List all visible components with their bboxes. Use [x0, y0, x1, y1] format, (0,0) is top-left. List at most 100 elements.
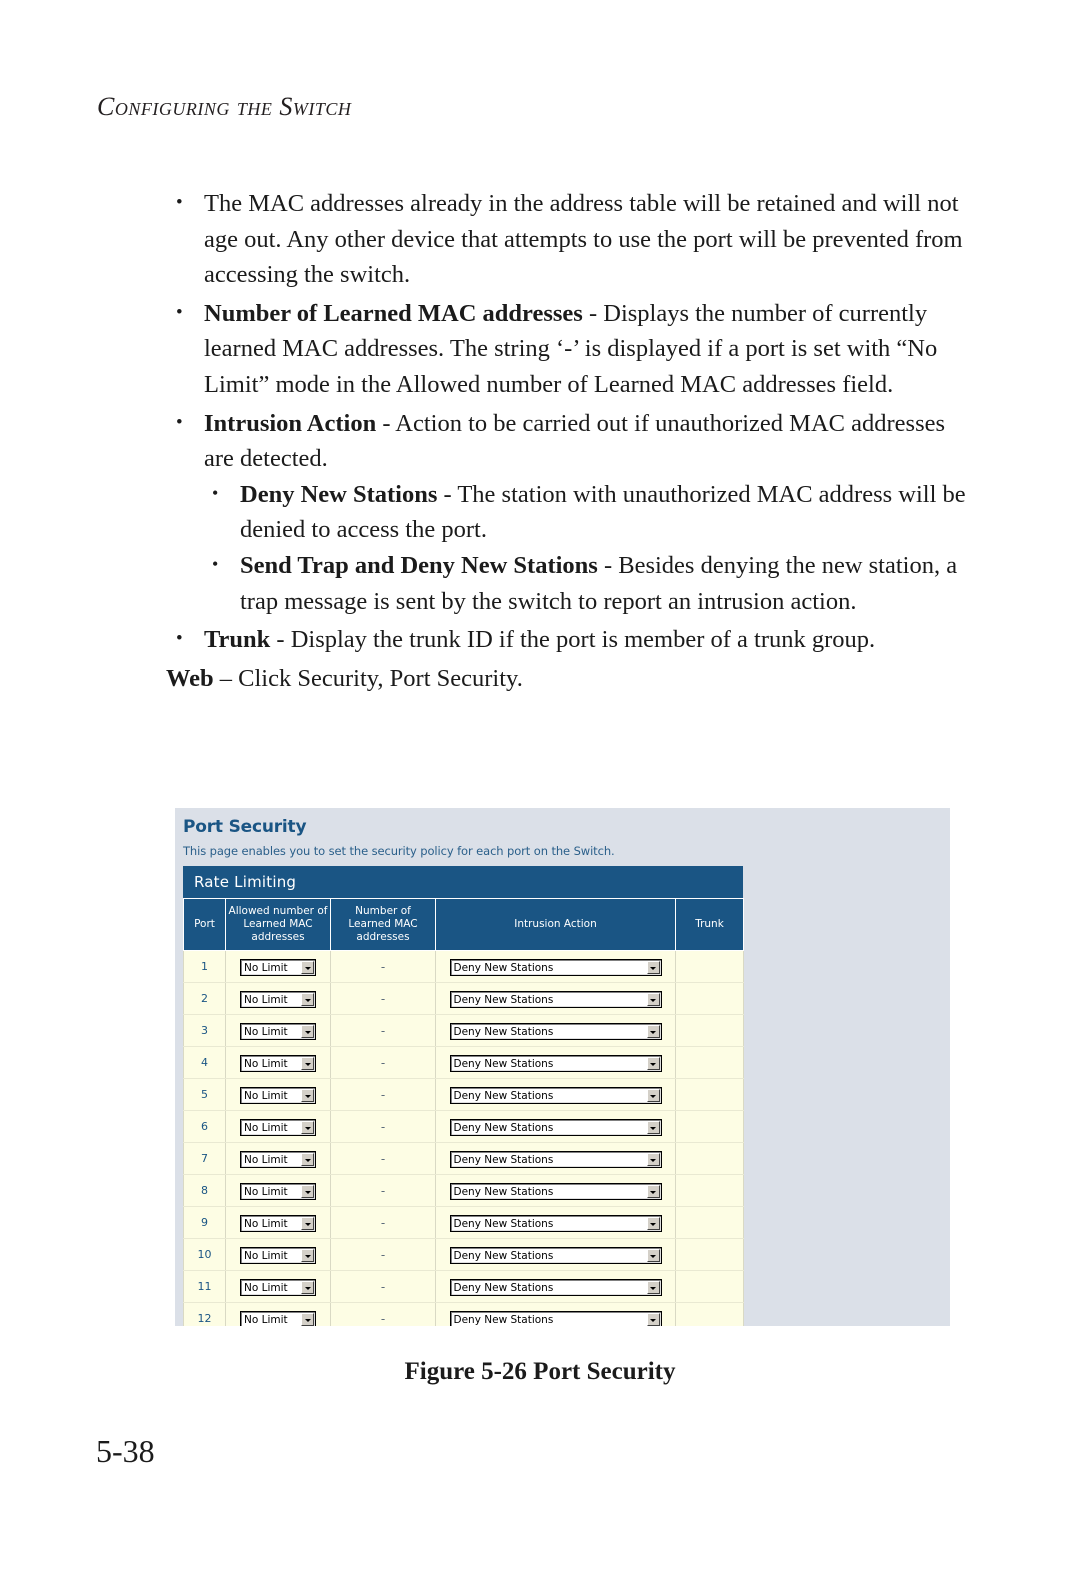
cell-port: 10 [183, 1238, 226, 1271]
intrusion-action-select[interactable]: Deny New Stations [449, 1119, 662, 1136]
intrusion-action-select[interactable]: Deny New Stations [449, 959, 662, 976]
chevron-down-icon[interactable] [646, 1121, 660, 1134]
chevron-down-icon[interactable] [301, 961, 314, 974]
intrusion-action-select[interactable]: Deny New Stations [449, 1215, 662, 1232]
cell-trunk [675, 1142, 744, 1175]
page-number: 5-38 [96, 1433, 155, 1469]
allowed-mac-select[interactable]: No Limit [240, 991, 316, 1008]
table-row: 10 No Limit - Deny New Stations [183, 1238, 744, 1271]
cell-port: 3 [183, 1014, 226, 1047]
chevron-down-icon[interactable] [646, 961, 660, 974]
intrusion-action-select[interactable]: Deny New Stations [449, 1055, 662, 1072]
cell-number-learned-mac: - [330, 1110, 436, 1143]
chevron-down-icon[interactable] [301, 993, 314, 1006]
allowed-mac-select-value: No Limit [244, 1282, 288, 1294]
cell-port: 7 [183, 1142, 226, 1175]
chevron-down-icon[interactable] [301, 1025, 314, 1038]
intrusion-action-select-value: Deny New Stations [453, 1186, 554, 1198]
cell-number-learned-mac: - [330, 1046, 436, 1079]
cell-number-learned-mac: - [330, 1238, 436, 1271]
cell-port: 1 [183, 950, 226, 983]
chevron-down-icon[interactable] [646, 1313, 660, 1326]
intrusion-action-select[interactable]: Deny New Stations [449, 1183, 662, 1200]
cell-number-learned-mac: - [330, 950, 436, 983]
intrusion-action-select[interactable]: Deny New Stations [449, 991, 662, 1008]
cell-allowed-learned-mac: No Limit [225, 1142, 331, 1175]
allowed-mac-select[interactable]: No Limit [240, 1055, 316, 1072]
table-row: 1 No Limit - Deny New Stations [183, 950, 744, 983]
table-row: 3 No Limit - Deny New Stations [183, 1014, 744, 1047]
intrusion-action-select[interactable]: Deny New Stations [449, 1311, 662, 1326]
intrusion-action-select-value: Deny New Stations [453, 1090, 554, 1102]
table-body: 1 No Limit - Deny New Stations 2 No Limit - Den… [183, 950, 744, 1326]
cell-allowed-learned-mac: No Limit [225, 1110, 331, 1143]
cell-port: 6 [183, 1110, 226, 1143]
cell-allowed-learned-mac: No Limit [225, 1206, 331, 1239]
chevron-down-icon[interactable] [301, 1313, 314, 1326]
intrusion-action-select[interactable]: Deny New Stations [449, 1151, 662, 1168]
cell-port: 4 [183, 1046, 226, 1079]
chevron-down-icon[interactable] [646, 1025, 660, 1038]
chevron-down-icon[interactable] [646, 1281, 660, 1294]
chevron-down-icon[interactable] [301, 1249, 314, 1262]
cell-intrusion-action: Deny New Stations [435, 950, 676, 983]
cell-trunk [675, 1014, 744, 1047]
bullet-item-intrusion-action: Intrusion Action - Action to be carried … [166, 405, 966, 620]
cell-trunk [675, 982, 744, 1015]
chevron-down-icon[interactable] [301, 1153, 314, 1166]
cell-allowed-learned-mac: No Limit [225, 1302, 331, 1326]
cell-intrusion-action: Deny New Stations [435, 1302, 676, 1326]
allowed-mac-select-value: No Limit [244, 1314, 288, 1326]
intrusion-action-select-value: Deny New Stations [453, 1058, 554, 1070]
allowed-mac-select[interactable]: No Limit [240, 1247, 316, 1264]
allowed-mac-select[interactable]: No Limit [240, 1311, 316, 1326]
cell-trunk [675, 1174, 744, 1207]
sub-bullet-send-trap-deny: Send Trap and Deny New Stations - Beside… [204, 547, 966, 619]
allowed-mac-select[interactable]: No Limit [240, 1279, 316, 1296]
sub-bullet-list: Deny New Stations - The station with una… [204, 476, 966, 619]
chevron-down-icon[interactable] [301, 1089, 314, 1102]
allowed-mac-select[interactable]: No Limit [240, 1119, 316, 1136]
cell-number-learned-mac: - [330, 1206, 436, 1239]
chevron-down-icon[interactable] [301, 1281, 314, 1294]
chevron-down-icon[interactable] [301, 1217, 314, 1230]
intrusion-action-select[interactable]: Deny New Stations [449, 1023, 662, 1040]
allowed-mac-select[interactable]: No Limit [240, 1087, 316, 1104]
chevron-down-icon[interactable] [301, 1121, 314, 1134]
cell-number-learned-mac: - [330, 1270, 436, 1303]
chevron-down-icon[interactable] [646, 993, 660, 1006]
intrusion-action-select[interactable]: Deny New Stations [449, 1087, 662, 1104]
web-path: – Click Security, Port Security. [213, 664, 523, 692]
allowed-mac-select[interactable]: No Limit [240, 1151, 316, 1168]
cell-trunk [675, 1238, 744, 1271]
chevron-down-icon[interactable] [646, 1185, 660, 1198]
cell-port: 2 [183, 982, 226, 1015]
cell-port: 8 [183, 1174, 226, 1207]
cell-intrusion-action: Deny New Stations [435, 1174, 676, 1207]
intrusion-action-select-value: Deny New Stations [453, 962, 554, 974]
intrusion-action-select-value: Deny New Stations [453, 1218, 554, 1230]
cell-intrusion-action: Deny New Stations [435, 1078, 676, 1111]
chevron-down-icon[interactable] [646, 1089, 660, 1102]
chevron-down-icon[interactable] [646, 1153, 660, 1166]
page-subtitle: This page enables you to set the securit… [183, 844, 615, 858]
allowed-mac-select[interactable]: No Limit [240, 1183, 316, 1200]
intrusion-action-select-value: Deny New Stations [453, 1122, 554, 1134]
chevron-down-icon[interactable] [301, 1057, 314, 1070]
intrusion-action-select-value: Deny New Stations [453, 1250, 554, 1262]
chevron-down-icon[interactable] [646, 1217, 660, 1230]
chevron-down-icon[interactable] [646, 1249, 660, 1262]
chevron-down-icon[interactable] [646, 1057, 660, 1070]
cell-intrusion-action: Deny New Stations [435, 982, 676, 1015]
allowed-mac-select[interactable]: No Limit [240, 959, 316, 976]
allowed-mac-select-value: No Limit [244, 962, 288, 974]
cell-intrusion-action: Deny New Stations [435, 1206, 676, 1239]
allowed-mac-select[interactable]: No Limit [240, 1023, 316, 1040]
bullet-term: Intrusion Action [204, 409, 377, 437]
allowed-mac-select-value: No Limit [244, 1090, 288, 1102]
intrusion-action-select[interactable]: Deny New Stations [449, 1279, 662, 1296]
allowed-mac-select[interactable]: No Limit [240, 1215, 316, 1232]
intrusion-action-select[interactable]: Deny New Stations [449, 1247, 662, 1264]
table-row: 2 No Limit - Deny New Stations [183, 982, 744, 1015]
chevron-down-icon[interactable] [301, 1185, 314, 1198]
